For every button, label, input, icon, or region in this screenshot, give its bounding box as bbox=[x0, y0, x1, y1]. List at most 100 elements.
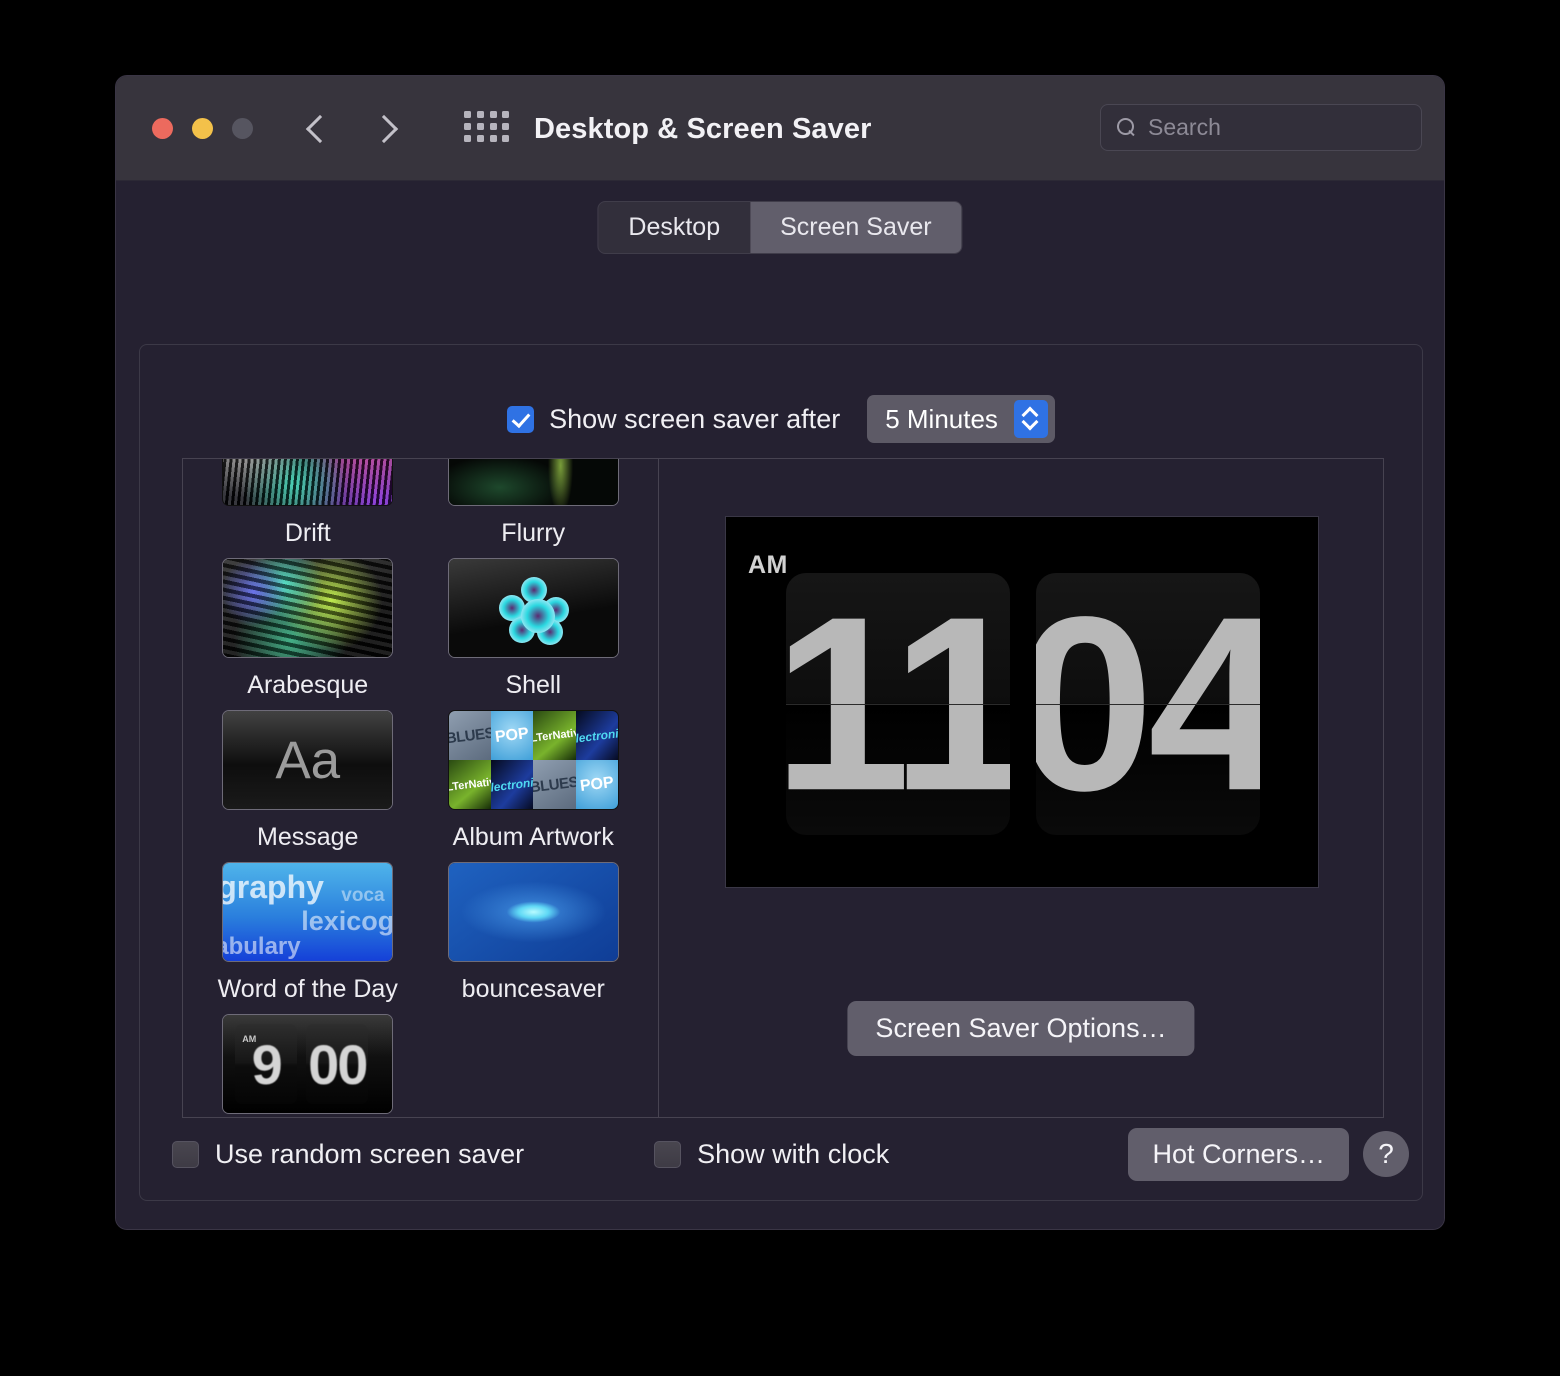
show-with-clock-checkbox[interactable] bbox=[654, 1141, 681, 1168]
page-title: Desktop & Screen Saver bbox=[534, 113, 871, 146]
message-glyph: Aa bbox=[275, 730, 340, 791]
message-thumbnail[interactable]: Aa bbox=[222, 710, 393, 810]
navigation-arrows bbox=[308, 110, 400, 146]
show-with-clock-label: Show with clock bbox=[697, 1139, 889, 1170]
saver-item-drift[interactable]: Drift bbox=[195, 459, 421, 558]
message-art-icon: Aa bbox=[223, 711, 392, 809]
traffic-lights bbox=[152, 118, 253, 139]
wotd-word: voca bbox=[341, 885, 384, 907]
minimize-button[interactable] bbox=[192, 118, 213, 139]
show-all-grid-icon[interactable] bbox=[464, 111, 510, 142]
saver-label: Flurry bbox=[501, 519, 565, 548]
bottom-bar: Use random screen saver Show with clock … bbox=[140, 1126, 1422, 1182]
drift-thumbnail[interactable] bbox=[222, 459, 393, 506]
wotd-word: graphy bbox=[223, 869, 324, 906]
fliqlo-thumb-hour: 9 bbox=[252, 1032, 281, 1097]
tab-screen-saver[interactable]: Screen Saver bbox=[750, 202, 961, 253]
search-field[interactable] bbox=[1100, 104, 1422, 151]
close-button[interactable] bbox=[152, 118, 173, 139]
interval-value: 5 Minutes bbox=[885, 404, 998, 435]
shell-art-icon bbox=[449, 559, 618, 657]
use-random-screen-saver-label: Use random screen saver bbox=[215, 1139, 524, 1170]
saver-item-album-artwork[interactable]: BLUES POP ALTerNative electronic ALTerNa… bbox=[421, 710, 647, 862]
saver-label: Arabesque bbox=[247, 671, 368, 700]
zoom-button[interactable] bbox=[232, 118, 253, 139]
preview-hour-card: 11 bbox=[786, 573, 1010, 835]
saver-label: Album Artwork bbox=[453, 823, 614, 852]
tab-desktop[interactable]: Desktop bbox=[598, 202, 750, 253]
album-tile-label: ALTerNative bbox=[533, 726, 575, 746]
saver-label: Word of the Day bbox=[218, 975, 398, 1004]
preview-hour: 11 bbox=[786, 607, 1010, 800]
screen-saver-options-button[interactable]: Screen Saver Options… bbox=[847, 1001, 1194, 1056]
shell-thumbnail[interactable] bbox=[448, 558, 619, 658]
search-icon bbox=[1117, 118, 1137, 138]
show-with-clock-row[interactable]: Show with clock bbox=[654, 1139, 889, 1170]
forward-arrow-icon[interactable] bbox=[376, 110, 400, 146]
preferences-window: Desktop & Screen Saver Desktop Screen Sa… bbox=[115, 75, 1445, 1230]
screen-saver-preview: AM 11 04 bbox=[725, 516, 1319, 888]
fliqlo-thumb-minute: 00 bbox=[308, 1032, 366, 1097]
hot-corners-button[interactable]: Hot Corners… bbox=[1128, 1128, 1349, 1181]
content-box: Drift Flurry bbox=[182, 458, 1384, 1118]
album-tile: BLUES bbox=[449, 711, 491, 760]
screen-saver-panel: Show screen saver after 5 Minutes bbox=[139, 344, 1423, 1201]
screen-saver-list[interactable]: Drift Flurry bbox=[183, 459, 659, 1117]
fliqlo-thumbnail[interactable]: AM 9 00 bbox=[222, 1014, 393, 1114]
album-tile: ALTerNative bbox=[533, 711, 575, 760]
preview-minute: 04 bbox=[1036, 607, 1260, 800]
window-body: Desktop Screen Saver Show screen saver a… bbox=[116, 181, 1444, 1230]
saver-item-arabesque[interactable]: Arabesque bbox=[195, 558, 421, 710]
word-of-the-day-thumbnail[interactable]: graphy voca lexicog abulary bbox=[222, 862, 393, 962]
saver-label: Shell bbox=[505, 671, 561, 700]
wotd-word: abulary bbox=[223, 933, 300, 961]
album-tile-label: BLUES bbox=[533, 773, 575, 796]
flurry-thumbnail[interactable] bbox=[448, 459, 619, 506]
saver-label: Message bbox=[257, 823, 358, 852]
help-button[interactable]: ? bbox=[1363, 1131, 1409, 1177]
search-input[interactable] bbox=[1148, 114, 1388, 141]
stepper-icon[interactable] bbox=[1014, 400, 1048, 438]
interval-select[interactable]: 5 Minutes bbox=[867, 395, 1055, 443]
preview-pane: AM 11 04 Screen Saver Options… bbox=[659, 459, 1383, 1117]
preview-ampm: AM bbox=[748, 551, 788, 580]
saver-label: bouncesaver bbox=[462, 975, 605, 1004]
saver-item-bouncesaver[interactable]: bouncesaver bbox=[421, 862, 647, 1014]
saver-item-shell[interactable]: Shell bbox=[421, 558, 647, 710]
window-titlebar: Desktop & Screen Saver bbox=[116, 76, 1444, 181]
use-random-screen-saver-row[interactable]: Use random screen saver bbox=[172, 1139, 524, 1170]
wotd-word: lexicog bbox=[301, 906, 392, 937]
screen-saver-grid: Drift Flurry bbox=[183, 459, 658, 1117]
album-tile-label: POP bbox=[494, 725, 530, 747]
bouncesaver-thumbnail[interactable] bbox=[448, 862, 619, 962]
album-tile-label: BLUES bbox=[449, 724, 491, 747]
saver-item-word-of-the-day[interactable]: graphy voca lexicog abulary Word of the … bbox=[195, 862, 421, 1014]
album-artwork-art-icon: BLUES POP ALTerNative electronic ALTerNa… bbox=[449, 711, 618, 809]
album-tile: POP bbox=[576, 760, 618, 809]
back-arrow-icon[interactable] bbox=[308, 110, 332, 146]
bouncesaver-art-icon bbox=[449, 863, 618, 961]
saver-label: Drift bbox=[285, 519, 331, 548]
drift-art-icon bbox=[223, 459, 392, 505]
show-after-label: Show screen saver after bbox=[549, 404, 840, 435]
album-tile-label: electronic bbox=[491, 774, 533, 795]
arabesque-thumbnail[interactable] bbox=[222, 558, 393, 658]
use-random-screen-saver-checkbox[interactable] bbox=[172, 1141, 199, 1168]
album-tile-label: ALTerNative bbox=[449, 775, 491, 795]
saver-item-fliqlo[interactable]: AM 9 00 Fliqlo bbox=[195, 1014, 421, 1117]
flurry-art-icon bbox=[449, 459, 618, 505]
saver-item-message[interactable]: Aa Message bbox=[195, 710, 421, 862]
show-screen-saver-checkbox[interactable] bbox=[507, 406, 534, 433]
album-tile: electronic bbox=[576, 711, 618, 760]
album-tile: BLUES bbox=[533, 760, 575, 809]
album-tile: ALTerNative bbox=[449, 760, 491, 809]
show-after-row: Show screen saver after 5 Minutes bbox=[140, 395, 1422, 443]
tab-bar: Desktop Screen Saver bbox=[597, 201, 962, 254]
album-tile-label: POP bbox=[579, 774, 615, 796]
album-tile: POP bbox=[491, 711, 533, 760]
word-of-the-day-art-icon: graphy voca lexicog abulary bbox=[223, 863, 392, 961]
preview-minute-card: 04 bbox=[1036, 573, 1260, 835]
fliqlo-art-icon: AM 9 00 bbox=[223, 1015, 392, 1113]
album-artwork-thumbnail[interactable]: BLUES POP ALTerNative electronic ALTerNa… bbox=[448, 710, 619, 810]
saver-item-flurry[interactable]: Flurry bbox=[421, 459, 647, 558]
